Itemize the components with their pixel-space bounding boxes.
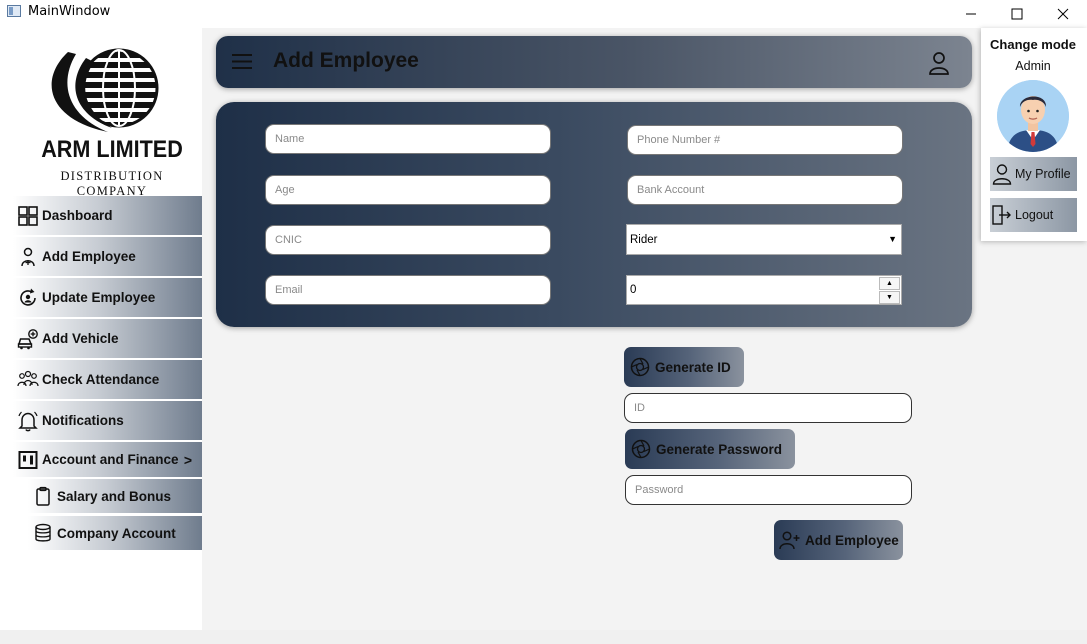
bank-account-field[interactable]: [627, 175, 903, 205]
aperture-icon: [629, 356, 651, 378]
sidebar-subitem-label: Salary and Bonus: [57, 488, 172, 504]
chevron-right-icon: >: [183, 452, 192, 468]
my-profile-button[interactable]: My Profile: [990, 157, 1077, 191]
sidebar-item-label: Add Vehicle: [42, 331, 119, 346]
dropdown-arrow-icon: ▼: [888, 234, 897, 244]
sidebar-item-label: Account and Finance: [42, 452, 179, 467]
spin-down-icon[interactable]: ▼: [879, 291, 900, 304]
update-employee-icon: [14, 284, 42, 312]
generate-id-label: Generate ID: [655, 359, 731, 375]
my-profile-label: My Profile: [1015, 167, 1071, 181]
title-bar: MainWindow: [0, 0, 1087, 28]
sidebar-item-label: Check Attendance: [42, 372, 160, 387]
phone-field[interactable]: [627, 125, 903, 155]
sidebar-subitem-salary-and-bonus[interactable]: Salary and Bonus: [28, 479, 202, 513]
cnic-input[interactable]: [275, 234, 550, 246]
sidebar-item-check-attendance[interactable]: Check Attendance: [13, 360, 202, 399]
role-select-value: Rider: [630, 233, 658, 246]
sidebar-subitem-label: Company Account: [57, 525, 176, 541]
aperture-icon: [630, 438, 652, 460]
id-input[interactable]: [634, 402, 911, 414]
change-mode-label[interactable]: Change mode: [981, 37, 1085, 52]
sidebar-item-account-and-finance[interactable]: Account and Finance >: [13, 442, 202, 477]
email-field[interactable]: [265, 275, 551, 305]
user-icon: [991, 163, 1013, 185]
sidebar-item-add-employee[interactable]: Add Employee: [13, 237, 202, 276]
company-name: ARM LIMITED: [41, 136, 183, 163]
profile-panel: Change mode Admin My Profile Logout: [981, 28, 1087, 241]
sidebar-subitem-company-account[interactable]: Company Account: [28, 516, 202, 550]
spin-up-icon[interactable]: ▲: [879, 277, 900, 290]
maximize-button[interactable]: [994, 0, 1040, 28]
generate-password-label: Generate Password: [656, 441, 783, 457]
spinbox-value: 0: [630, 284, 637, 296]
database-icon: [29, 519, 57, 547]
add-employee-label: Add Employee: [805, 532, 899, 548]
sidebar-item-update-employee[interactable]: Update Employee: [13, 278, 202, 317]
minimize-icon: [966, 13, 976, 15]
company-logo: ARM LIMITED DISTRIBUTION COMPANY: [28, 40, 198, 198]
phone-input[interactable]: [637, 134, 902, 146]
close-button[interactable]: [1040, 0, 1086, 28]
sidebar-item-notifications[interactable]: Notifications: [13, 401, 202, 440]
app-icon: [7, 5, 21, 17]
header-bar: Add Employee: [216, 36, 972, 88]
password-input[interactable]: [635, 484, 911, 496]
add-employee-button[interactable]: Add Employee: [774, 520, 903, 560]
globe-logo-icon: [51, 48, 159, 132]
quantity-spinbox[interactable]: 0 ▲ ▼: [626, 275, 902, 305]
bell-icon: [14, 407, 42, 435]
logout-label: Logout: [1015, 208, 1054, 222]
age-field[interactable]: [265, 175, 551, 205]
add-user-icon: [779, 529, 801, 551]
password-field[interactable]: [625, 475, 912, 505]
close-icon: [1057, 8, 1069, 20]
sidebar-item-dashboard[interactable]: Dashboard: [13, 196, 202, 235]
sidebar-item-label: Dashboard: [42, 208, 113, 223]
sidebar-item-add-vehicle[interactable]: Add Vehicle: [13, 319, 202, 358]
page-title: Add Employee: [273, 49, 419, 72]
finance-icon: [14, 446, 42, 474]
status-strip: [0, 630, 1087, 644]
maximize-icon: [1011, 8, 1023, 20]
age-input[interactable]: [275, 184, 550, 196]
avatar: [997, 80, 1069, 152]
user-icon[interactable]: [928, 51, 950, 80]
name-field[interactable]: [265, 124, 551, 154]
logout-button[interactable]: Logout: [990, 198, 1077, 232]
bank-account-input[interactable]: [637, 184, 902, 196]
sidebar-item-label: Add Employee: [42, 249, 136, 264]
id-field[interactable]: [624, 393, 912, 423]
attendance-icon: [14, 366, 42, 394]
clipboard-icon: [29, 482, 57, 510]
avatar-icon: [997, 80, 1069, 152]
sidebar: ARM LIMITED DISTRIBUTION COMPANY Dashboa…: [0, 28, 202, 630]
hamburger-menu-icon[interactable]: [232, 53, 252, 75]
sidebar-item-label: Update Employee: [42, 290, 156, 305]
cnic-field[interactable]: [265, 225, 551, 255]
minimize-button[interactable]: [948, 0, 994, 28]
role-select[interactable]: Rider ▼: [626, 224, 902, 255]
sidebar-item-label: Notifications: [42, 413, 124, 428]
name-input[interactable]: [275, 133, 550, 145]
generate-id-button[interactable]: Generate ID: [624, 347, 744, 387]
logout-icon: [991, 204, 1013, 226]
company-tagline: DISTRIBUTION COMPANY: [60, 169, 164, 198]
add-vehicle-icon: [14, 325, 42, 353]
dashboard-icon: [14, 202, 42, 230]
window-title: MainWindow: [28, 4, 111, 19]
email-input[interactable]: [275, 284, 550, 296]
main-window: MainWindow ARM LIMITED DISTRIBUTION COMP…: [0, 0, 1087, 644]
generate-password-button[interactable]: Generate Password: [625, 429, 795, 469]
add-employee-icon: [14, 243, 42, 271]
role-label: Admin: [1015, 59, 1051, 73]
